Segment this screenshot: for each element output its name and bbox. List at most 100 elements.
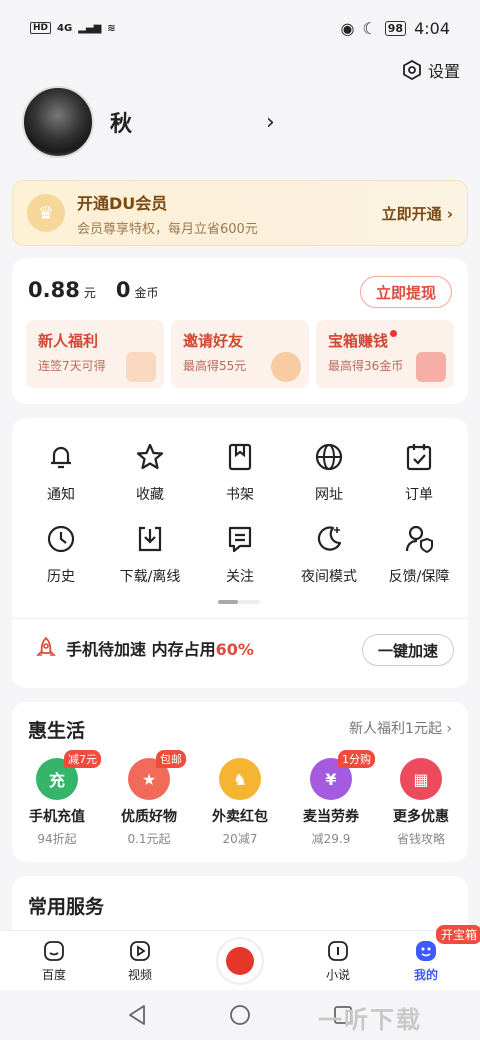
tool-notice[interactable]: 通知 [19,442,103,504]
life-card: 惠生活 新人福利1元起 › 充 减7元 手机充值 94折起 ★ 包邮 优质好物 … [12,702,468,862]
tab-baidu[interactable]: 百度 [24,939,84,983]
boost-label: 手机待加速 内存占用 [66,640,216,659]
promo-title: 邀请好友 [183,332,244,350]
life-item-goods[interactable]: ★ 包邮 优质好物 0.1元起 [104,750,194,847]
clock-icon [47,525,75,553]
promo-newbie[interactable]: 新人福利 连签7天可得 [26,320,164,388]
life-item-desc: 0.1元起 [127,832,171,846]
cash-unit: 元 [83,286,96,300]
network-type: 4G [57,22,73,34]
tool-label: 反馈/保障 [388,569,450,585]
tool-orders[interactable]: 订单 [377,442,461,504]
tool-label: 夜间模式 [301,569,357,585]
tool-label: 下载/离线 [119,569,181,585]
gear-icon [403,60,421,80]
life-tag: 减7元 [64,750,101,768]
red-envelope-icon [226,947,254,975]
life-item-name: 麦当劳券 [303,809,359,825]
page-indicator [218,600,260,604]
life-more-link[interactable]: 新人福利1元起 › [349,718,452,738]
tab-novel[interactable]: 小说 [308,939,368,983]
life-item-name: 更多优惠 [393,809,449,825]
tool-favorites[interactable]: 收藏 [108,442,192,504]
promo-invite[interactable]: 邀请好友 最高得55元 [171,320,309,388]
tool-label: 通知 [47,487,75,503]
clock-time: 4:04 [414,18,450,38]
boost-button[interactable]: 一键加速 [362,634,454,666]
tab-label: 我的 [413,968,438,982]
status-bar: HD 4G ▂▄▆ ≋ ◉ ☾ 98 4:04 [0,0,480,56]
vip-open-button[interactable]: 立即开通 › [382,203,453,224]
user-shield-icon [405,525,433,554]
status-left: HD 4G ▂▄▆ ≋ [30,22,116,34]
grid-icon: ▦ [400,758,442,800]
tool-history[interactable]: 历史 [19,524,103,586]
tool-label: 网址 [315,487,343,503]
moon-status-icon: ☾ [362,18,377,38]
globe-icon [315,443,343,471]
cash-value: 0.88 [28,278,80,302]
services-title: 常用服务 [28,896,105,918]
tab-label: 百度 [41,968,66,982]
red-dot [390,330,398,337]
life-item-mcdonalds[interactable]: ¥ 1分购 麦当劳券 减29.9 [286,750,376,847]
avatar[interactable] [22,86,94,158]
life-item-recharge[interactable]: 充 减7元 手机充值 94折起 [12,750,102,847]
treasure-badge[interactable]: 开宝箱 [436,925,480,944]
play-icon [130,941,150,961]
life-item-desc: 20减7 [222,832,258,846]
battery-level: 98 [384,20,407,36]
tab-label: 视频 [127,968,152,982]
vip-banner[interactable]: ♛ 开通DU会员 会员尊享特权，每月立省600元 立即开通 › [12,180,468,246]
watermark-logo: 一听下载 [318,1006,422,1034]
withdraw-button[interactable]: 立即提现 [360,276,452,308]
download-icon [138,526,162,552]
red-packet-button[interactable] [216,937,264,985]
coin-unit: 金币 [134,286,159,300]
settings-label: 设置 [427,62,460,81]
life-item-more[interactable]: ▦ 更多优惠 省钱攻略 [376,758,466,847]
coin-deco-icon [271,352,301,382]
tool-feedback[interactable]: 反馈/保障 [377,524,461,586]
bell-icon [51,446,71,469]
home-icon[interactable] [229,1004,251,1026]
smile-face-icon [416,941,436,961]
back-icon[interactable] [126,1004,148,1026]
follow-icon [228,526,252,553]
vip-title: 开通DU会员 [77,193,168,213]
tool-downloads[interactable]: 下载/离线 [108,524,192,586]
tool-label: 订单 [405,487,433,503]
life-item-name: 手机充值 [29,809,85,825]
status-right: ◉ ☾ 98 4:04 [340,19,450,38]
tab-label: 小说 [325,968,350,982]
vip-subtitle: 会员尊享特权，每月立省600元 [77,221,258,237]
rabbit-icon: ♞ [219,758,261,800]
tool-bookshelf[interactable]: 书架 [198,442,282,504]
calendar-check-icon [406,444,432,471]
promo-title: 宝箱赚钱 [328,330,442,351]
life-item-takeout[interactable]: ♞ 外卖红包 20减7 [195,758,285,847]
baidu-home-icon [44,941,64,961]
life-item-desc: 减29.9 [311,832,351,846]
tab-video[interactable]: 视频 [110,939,170,983]
profile-row[interactable]: 秋 › [22,86,275,158]
star-icon [136,443,164,470]
chevron-right-icon: › [266,110,275,135]
wallet-balances[interactable]: 0.88 元 0 金币 [28,278,174,302]
divider [12,618,468,619]
tool-label: 收藏 [136,487,164,503]
tool-label: 关注 [226,569,254,585]
tool-urls[interactable]: 网址 [287,442,371,504]
life-title: 惠生活 [28,720,86,742]
eye-icon: ◉ [340,18,355,38]
tool-night-mode[interactable]: 夜间模式 [287,524,371,586]
promo-treasure[interactable]: 宝箱赚钱 最高得36金币 [316,320,454,388]
tool-label: 书架 [226,487,254,503]
tool-follow[interactable]: 关注 [198,524,282,586]
tab-mine[interactable]: 我的 [396,939,456,983]
boost-row[interactable]: 手机待加速 内存占用60% [36,636,254,660]
coin-value: 0 [115,278,131,302]
settings-button[interactable]: 设置 [402,58,460,82]
network-badge: HD [30,22,52,34]
life-item-name: 外卖红包 [212,809,268,825]
